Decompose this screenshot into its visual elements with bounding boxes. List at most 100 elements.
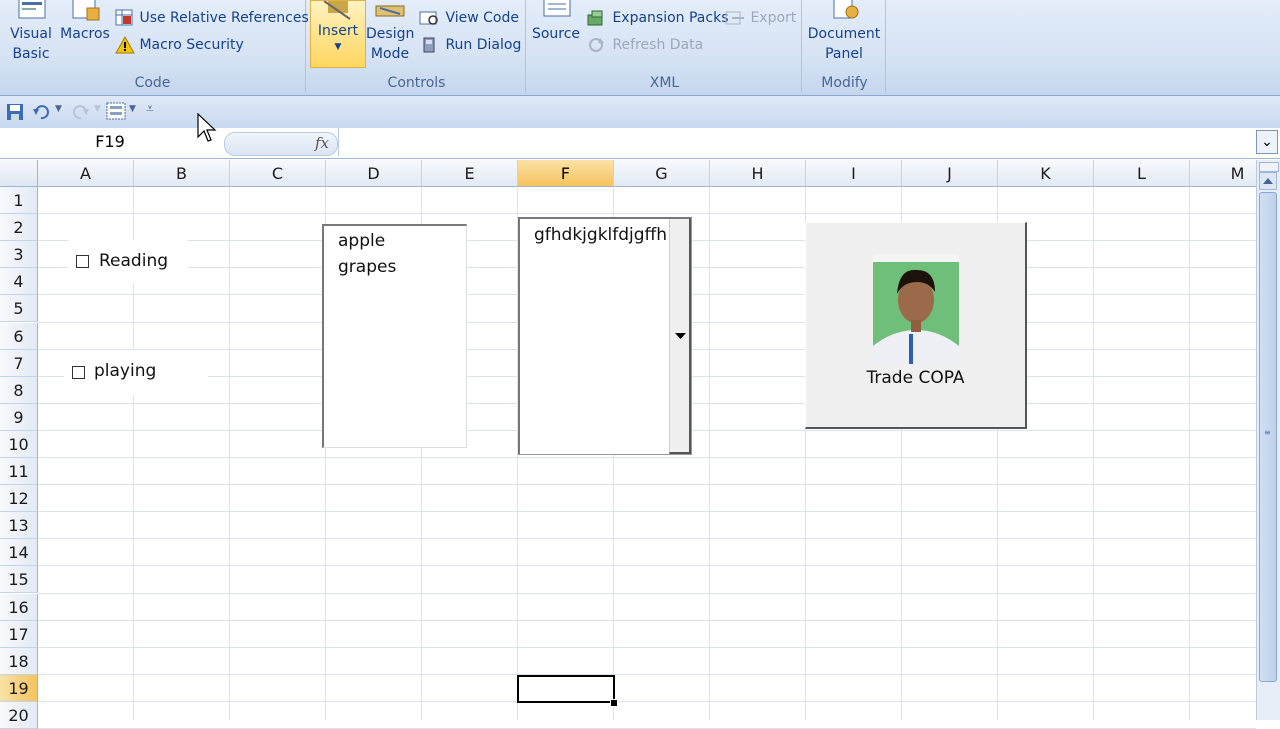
row-gridline <box>38 484 1256 486</box>
name-box[interactable]: F19 <box>0 128 220 156</box>
visual-basic-label-1: Visual <box>10 26 52 42</box>
row-header-20[interactable]: 20 <box>0 701 38 729</box>
design-mode-label-2: Mode <box>370 46 410 62</box>
image-command-button[interactable]: Trade COPA <box>805 222 1027 429</box>
row-header-15[interactable]: 15 <box>0 566 38 594</box>
document-panel-icon <box>833 0 859 19</box>
column-header-a[interactable]: A <box>38 160 134 187</box>
row-header-14[interactable]: 14 <box>0 539 38 567</box>
refresh-data-button[interactable]: Refresh Data <box>586 35 703 55</box>
view-code-icon <box>419 11 438 25</box>
document-panel-label-2: Panel <box>825 46 863 62</box>
column-header-d[interactable]: D <box>326 160 422 187</box>
scroll-up-button[interactable] <box>1259 172 1277 190</box>
undo-icon[interactable] <box>32 103 50 121</box>
checkbox-playing[interactable]: playing <box>64 350 208 396</box>
design-mode-label-1: Design <box>366 26 415 42</box>
design-mode-button[interactable]: Design Mode <box>366 0 414 64</box>
mouse-cursor-icon <box>197 113 217 142</box>
run-dialog-button[interactable]: Run Dialog <box>419 35 521 55</box>
source-label: Source <box>531 26 581 42</box>
row-header-3[interactable]: 3 <box>0 241 38 269</box>
checkbox-reading-label: Reading <box>99 251 169 271</box>
checkbox-reading-box[interactable] <box>76 255 89 268</box>
insert-button[interactable]: Insert ▼ <box>310 0 366 68</box>
export-label: Export <box>750 10 797 26</box>
document-panel-button[interactable]: Document Panel <box>804 0 884 64</box>
row-header-7[interactable]: 7 <box>0 349 38 377</box>
view-code-button[interactable]: View Code <box>419 8 519 28</box>
combo-box[interactable]: gfhdkjgklfdjgffh <box>518 217 692 455</box>
column-header-f[interactable]: F <box>518 160 614 187</box>
fill-handle[interactable] <box>610 699 618 707</box>
insert-controls-icon <box>323 1 351 20</box>
row-header-4[interactable]: 4 <box>0 268 38 296</box>
undo-dropdown-icon[interactable]: ▼ <box>55 104 62 114</box>
row-header-2[interactable]: 2 <box>0 214 38 242</box>
refresh-data-label: Refresh Data <box>612 37 704 53</box>
xml-group: Source Expansion Packs Refresh Data Expo… <box>528 0 802 93</box>
form-dropdown-icon[interactable]: ▼ <box>129 104 136 114</box>
macro-security-label: Macro Security <box>139 37 244 53</box>
column-header-h[interactable]: H <box>710 160 806 187</box>
redo-icon <box>73 105 89 120</box>
active-cell[interactable] <box>517 675 615 703</box>
use-relative-references-button[interactable]: Use Relative References <box>115 8 309 28</box>
controls-group-label: Controls <box>387 75 446 91</box>
row-header-13[interactable]: 13 <box>0 512 38 540</box>
column-header-l[interactable]: L <box>1094 160 1190 187</box>
expand-formula-bar-icon[interactable]: ⌄ <box>1256 130 1278 154</box>
use-relative-references-label: Use Relative References <box>139 10 309 26</box>
row-header-8[interactable]: 8 <box>0 376 38 404</box>
vertical-scrollbar[interactable]: ≡ <box>1256 160 1280 720</box>
column-header-b[interactable]: B <box>134 160 230 187</box>
row-header-5[interactable]: 5 <box>0 295 38 323</box>
row-header-10[interactable]: 10 <box>0 430 38 458</box>
customize-qat-icon[interactable]: ⩡ <box>146 101 154 117</box>
split-box[interactable] <box>1259 162 1279 172</box>
macro-security-button[interactable]: Macro Security <box>115 35 244 55</box>
list-item[interactable]: apple <box>324 228 466 254</box>
row-gridline <box>38 619 1256 621</box>
formula-input[interactable] <box>338 128 1254 156</box>
list-box[interactable]: apple grapes <box>322 224 467 448</box>
warning-icon <box>115 36 135 54</box>
scroll-up-icon <box>1263 178 1273 184</box>
visual-basic-button[interactable]: Visual Basic <box>4 0 58 64</box>
scroll-thumb[interactable]: ≡ <box>1259 192 1277 682</box>
dropdown-arrow-icon <box>675 333 686 339</box>
source-button[interactable]: Source <box>528 0 584 44</box>
row-gridline <box>38 700 1256 702</box>
list-item[interactable]: grapes <box>324 254 466 280</box>
row-header-18[interactable]: 18 <box>0 647 38 675</box>
macros-button[interactable]: Macros <box>58 0 112 44</box>
column-header-i[interactable]: I <box>806 160 902 187</box>
row-gridline <box>38 646 1256 648</box>
student-photo <box>873 254 959 364</box>
checkbox-reading[interactable]: Reading <box>68 240 188 284</box>
row-header-6[interactable]: 6 <box>0 322 38 350</box>
save-icon[interactable] <box>6 103 24 121</box>
run-dialog-icon <box>423 37 435 53</box>
row-header-17[interactable]: 17 <box>0 620 38 648</box>
checkbox-playing-box[interactable] <box>72 366 85 379</box>
run-dialog-label: Run Dialog <box>445 37 522 53</box>
form-icon[interactable] <box>106 102 128 122</box>
column-header-e[interactable]: E <box>422 160 518 187</box>
export-button[interactable]: Export <box>724 8 796 28</box>
insert-function-icon[interactable]: fx <box>315 134 329 152</box>
expansion-packs-button[interactable]: Expansion Packs <box>586 8 729 28</box>
scroll-grip-icon: ≡ <box>1264 428 1271 437</box>
row-header-9[interactable]: 9 <box>0 403 38 431</box>
column-header-j[interactable]: J <box>902 160 998 187</box>
select-all-corner[interactable] <box>0 160 38 187</box>
combo-box-dropdown-button[interactable] <box>669 219 691 454</box>
row-header-16[interactable]: 16 <box>0 593 38 621</box>
row-header-1[interactable]: 1 <box>0 187 38 215</box>
row-header-12[interactable]: 12 <box>0 485 38 513</box>
row-header-11[interactable]: 11 <box>0 458 38 486</box>
row-header-19[interactable]: 19 <box>0 674 38 702</box>
column-header-c[interactable]: C <box>230 160 326 187</box>
column-header-g[interactable]: G <box>614 160 710 187</box>
column-header-k[interactable]: K <box>998 160 1094 187</box>
